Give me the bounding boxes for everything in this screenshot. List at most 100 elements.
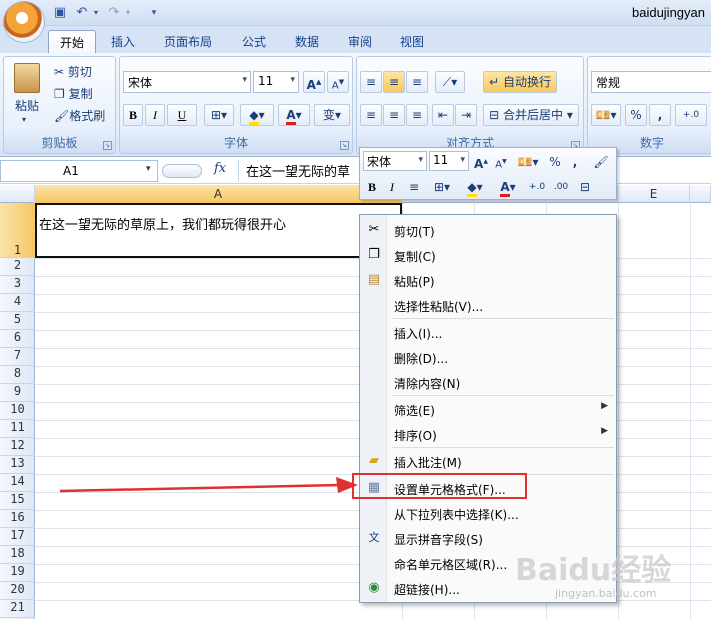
tab-page-layout[interactable]: 页面布局 [153,30,223,53]
row-header[interactable]: 10 [0,402,35,420]
row-header[interactable]: 17 [0,528,35,546]
grow-font-button[interactable]: A▲ [303,71,325,93]
currency-button[interactable]: 💴▾ [591,104,621,126]
borders-button[interactable]: ⊞▾ [204,104,234,126]
row-header[interactable]: 11 [0,420,35,438]
mini-bold-button[interactable]: B [363,176,381,198]
menu-item-insert-comment[interactable]: ▰ 插入批注(M) [360,449,616,474]
font-name-combo[interactable]: 宋体 ▾ [123,71,251,93]
menu-item-paste-special[interactable]: 选择性粘贴(V)... [360,293,616,318]
row-header[interactable]: 20 [0,582,35,600]
format-painter-button[interactable]: 🖌格式刷 [54,107,105,124]
formula-bar-splitter[interactable] [162,164,202,178]
menu-item-cut[interactable]: ✂ 剪切(T) [360,218,616,243]
font-size-combo[interactable]: 11 ▾ [253,71,299,93]
row-header[interactable]: 18 [0,546,35,564]
row-header[interactable]: 14 [0,474,35,492]
menu-item-clear-contents[interactable]: 清除内容(N) [360,370,616,395]
number-format-combo[interactable]: 常规 [591,71,711,93]
row-header[interactable]: 4 [0,294,35,312]
align-left-button[interactable]: ≡ [360,104,382,126]
clipboard-launcher-icon[interactable]: ↘ [103,141,112,150]
align-middle-button[interactable]: ≡ [383,71,405,93]
insert-function-button[interactable]: fx [214,161,226,176]
redo-dropdown-icon[interactable]: ▾ [120,5,136,21]
tab-data[interactable]: 数据 [284,30,330,53]
menu-item-copy[interactable]: ❐ 复制(C) [360,243,616,268]
wrap-text-button[interactable]: ↵ 自动换行 [483,71,557,93]
row-header[interactable]: 13 [0,456,35,474]
row-header[interactable]: 1 [0,203,35,258]
office-button[interactable] [4,2,44,42]
orientation-button[interactable]: ⟋▾ [435,71,465,93]
tab-review[interactable]: 审阅 [337,30,383,53]
decrease-indent-button[interactable]: ⇤ [432,104,454,126]
customize-qat-icon[interactable]: ▾ [146,5,162,21]
mini-grow-font-button[interactable]: A▲ [472,151,490,173]
row-header[interactable]: 16 [0,510,35,528]
name-box-dropdown-icon[interactable]: ▾ [146,164,151,174]
row-header[interactable]: 8 [0,366,35,384]
copy-button[interactable]: ❐ 复制 [54,85,93,102]
menu-item-delete[interactable]: 删除(D)... [360,345,616,370]
phonetic-button[interactable]: 变▾ [314,104,350,126]
menu-item-filter[interactable]: 筛选(E) ▶ [360,397,616,422]
tab-home[interactable]: 开始 [48,30,97,53]
mini-font-size-combo[interactable]: 11 ▾ [429,151,469,171]
shrink-font-button[interactable]: A▼ [327,71,349,93]
row-header[interactable]: 3 [0,276,35,294]
tab-insert[interactable]: 插入 [100,30,146,53]
paste-button[interactable]: 粘贴 [15,97,39,114]
increase-decimal-button[interactable]: +.0 [675,104,707,126]
row-header[interactable]: 2 [0,258,35,276]
menu-item-insert[interactable]: 插入(I)... [360,320,616,345]
row-header[interactable]: 19 [0,564,35,582]
row-header[interactable]: 15 [0,492,35,510]
align-right-button[interactable]: ≡ [406,104,428,126]
mini-center-button[interactable]: ≡ [404,176,424,198]
mini-percent-button[interactable]: % [546,151,564,173]
formula-input[interactable]: 在这一望无际的草 [246,161,350,180]
row-header[interactable]: 21 [0,600,35,618]
cut-button[interactable]: ✂ 剪切 [54,63,92,80]
paste-dropdown-icon[interactable]: ▾ [22,115,26,124]
font-launcher-icon[interactable]: ↘ [340,141,349,150]
merge-center-button[interactable]: ⊟ 合并后居中 ▾ [483,104,579,126]
underline-button[interactable]: U [167,104,197,126]
mini-comma-button[interactable]: , [566,151,584,173]
undo-dropdown-icon[interactable]: ▾ [88,5,104,21]
mini-font-name-combo[interactable]: 宋体 ▾ [363,151,427,171]
font-color-button[interactable]: A▾ [278,104,310,126]
row-header[interactable]: 9 [0,384,35,402]
mini-fill-color-button[interactable]: ◆▾ [460,176,490,198]
mini-italic-button[interactable]: I [383,176,401,198]
tab-formulas[interactable]: 公式 [231,30,277,53]
row-header[interactable]: 6 [0,330,35,348]
column-header-f[interactable] [690,185,711,203]
mini-increase-decimal-button[interactable]: +.0 [526,176,548,198]
menu-item-sort[interactable]: 排序(O) ▶ [360,422,616,447]
mini-borders-button[interactable]: ⊞▾ [428,176,456,198]
menu-item-paste[interactable]: ▤ 粘贴(P) [360,268,616,293]
row-header[interactable]: 7 [0,348,35,366]
name-box[interactable]: A1 [0,160,158,182]
align-center-button[interactable]: ≡ [383,104,405,126]
percent-button[interactable]: % [625,104,647,126]
mini-font-color-button[interactable]: A▾ [494,176,522,198]
cell-a1[interactable]: 在这一望无际的草原上，我们都玩得很开心 [35,203,402,258]
mini-decrease-decimal-button[interactable]: .00 [550,176,572,198]
save-icon[interactable]: ▣ [52,5,68,21]
column-header-a[interactable]: A [35,185,402,203]
mini-merge-button[interactable]: ⊟ [574,176,596,198]
menu-item-pick-from-list[interactable]: 从下拉列表中选择(K)... [360,501,616,526]
mini-currency-button[interactable]: 💴▾ [514,151,542,173]
column-header-e[interactable]: E [618,185,690,203]
select-all-corner[interactable] [0,185,35,203]
align-top-button[interactable]: ≡ [360,71,382,93]
align-bottom-button[interactable]: ≡ [406,71,428,93]
paste-icon[interactable] [14,63,40,93]
tab-view[interactable]: 视图 [389,30,435,53]
mini-format-painter-button[interactable]: 🖌 [590,151,612,173]
increase-indent-button[interactable]: ⇥ [455,104,477,126]
fill-color-button[interactable]: ◆▾ [240,104,274,126]
